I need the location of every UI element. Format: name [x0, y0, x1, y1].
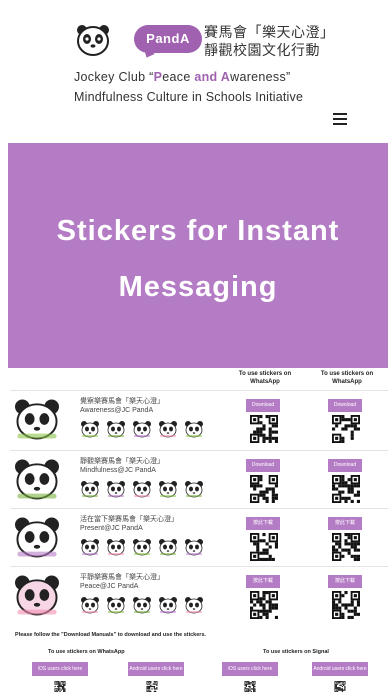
title-cn-line2: 靜觀校園文化行動: [204, 43, 320, 59]
title-en-suffix: ”: [286, 70, 291, 84]
sticker-preview-icon: [133, 539, 151, 556]
sticker-pack-name-cn: 覺察樂賽馬會「樂天心澄」: [80, 398, 164, 405]
title-en-awareness: wareness: [230, 70, 287, 84]
sticker-row: 靜觀樂賽馬會「樂天心澄」 Mindfulness@JC PandA Downlo…: [10, 450, 388, 508]
sticker-pack-name-cn: 平靜樂賽馬會「樂天心澄」: [80, 574, 164, 581]
sticker-pack-name-en: Present@JC PandA: [80, 525, 143, 532]
sticker-pack-name: 活在當下樂賽馬會「樂天心澄」 Present@JC PandA: [80, 515, 178, 533]
site-logo[interactable]: PandA 賽馬會「樂天心澄」 靜觀校園文化行動 Jockey Club “Pe…: [72, 22, 335, 112]
sticker-preview-icon: [107, 421, 125, 438]
footer-qr-code: [146, 681, 158, 692]
whatsapp-ios-button[interactable]: iOS users click here: [32, 662, 88, 676]
sticker-pack-name-en: Awareness@JC PandA: [80, 407, 154, 414]
hero-title: Stickers for Instant Messaging: [8, 203, 388, 315]
sticker-preview-icon: [81, 597, 99, 614]
sticker-preview-icon: [133, 421, 151, 438]
sticker-preview-icon: [107, 597, 125, 614]
whatsapp-qr-code: [250, 591, 278, 619]
hero-title-line1: Stickers for Instant: [56, 215, 340, 247]
title-en-peace: eace: [162, 70, 191, 84]
sticker-row: 平靜樂賽馬會「樂天心澄」 Peace@JC PandA 按此下載 按此下載: [10, 566, 388, 624]
other-download-button[interactable]: 按此下載: [328, 517, 362, 530]
hero-title-line2: Messaging: [118, 271, 278, 303]
signal-ios-button[interactable]: iOS users click here: [222, 662, 278, 676]
sticker-pack-cover-icon: [15, 575, 59, 616]
other-qr-code: [332, 415, 360, 443]
panda-logo-icon: [77, 25, 109, 56]
title-en-prefix: Jockey Club “: [74, 70, 154, 84]
sticker-pack-name-cn: 靜觀樂賽馬會「樂天心澄」: [80, 458, 164, 465]
whatsapp-download-button[interactable]: Download: [246, 399, 280, 412]
sticker-preview-icon: [107, 481, 125, 498]
sticker-row: 活在當下樂賽馬會「樂天心澄」 Present@JC PandA 按此下載 按此下…: [10, 508, 388, 566]
other-download-button[interactable]: Download: [328, 459, 362, 472]
sticker-preview-icon: [185, 539, 203, 556]
sticker-pack-name: 平靜樂賽馬會「樂天心澄」 Peace@JC PandA: [80, 573, 164, 591]
whatsapp-android-button[interactable]: Android users click here: [128, 662, 184, 676]
sticker-preview-icon: [159, 421, 177, 438]
site-header: PandA 賽馬會「樂天心澄」 靜觀校園文化行動 Jockey Club “Pe…: [0, 0, 388, 143]
sticker-pack-cover-icon: [15, 459, 59, 500]
whatsapp-qr-code: [250, 415, 278, 443]
other-qr-code: [332, 591, 360, 619]
sticker-preview-icon: [185, 421, 203, 438]
sticker-preview-icon: [159, 481, 177, 498]
other-download-button[interactable]: 按此下載: [328, 575, 362, 588]
title-cn-line1: 賽馬會「樂天心澄」: [204, 25, 335, 41]
whatsapp-download-button[interactable]: 按此下載: [246, 575, 280, 588]
sticker-preview-icon: [81, 421, 99, 438]
sticker-pack-cover-icon: [15, 399, 59, 440]
whatsapp-qr-code: [250, 533, 278, 561]
whatsapp-download-button[interactable]: 按此下載: [246, 517, 280, 530]
sticker-preview-icon: [185, 481, 203, 498]
sticker-table: To use stickers on WhatsApp To use stick…: [10, 368, 388, 626]
title-en-a: A: [220, 70, 231, 84]
col-head-whatsapp: To use stickers on WhatsApp: [238, 371, 292, 385]
whatsapp-download-button[interactable]: Download: [246, 459, 280, 472]
sticker-preview-icon: [159, 597, 177, 614]
other-qr-code: [332, 475, 360, 503]
sticker-preview-icon: [133, 597, 151, 614]
download-instructions: Please follow the "Download Manuals" to …: [15, 632, 207, 638]
footer-qr-code: [54, 681, 66, 692]
other-qr-code: [332, 533, 360, 561]
sticker-preview-icon: [159, 539, 177, 556]
title-en-subtitle: Mindfulness Culture in Schools Initiativ…: [74, 90, 304, 104]
sticker-pack-name-en: Peace@JC PandA: [80, 583, 139, 590]
sticker-preview-icon: [185, 597, 203, 614]
sticker-pack-name-cn: 活在當下樂賽馬會「樂天心澄」: [80, 516, 178, 523]
footer-qr-code: [244, 681, 256, 692]
hero-banner: Stickers for Instant Messaging: [8, 143, 388, 368]
sticker-pack-name: 靜觀樂賽馬會「樂天心澄」 Mindfulness@JC PandA: [80, 457, 164, 475]
title-en: Jockey Club “Peace and Awareness”: [74, 70, 291, 84]
col-head-other: To use stickers on WhatsApp: [320, 371, 374, 385]
sticker-preview-icon: [107, 539, 125, 556]
sticker-preview-icon: [81, 481, 99, 498]
panda-brand-badge: PandA: [134, 25, 202, 53]
sticker-row: 覺察樂賽馬會「樂天心澄」 Awareness@JC PandA Download…: [10, 390, 388, 448]
other-download-button[interactable]: Download: [328, 399, 362, 412]
title-en-and: and: [190, 70, 221, 84]
sticker-pack-name-en: Mindfulness@JC PandA: [80, 467, 156, 474]
hamburger-menu-icon[interactable]: [333, 113, 347, 125]
whatsapp-qr-code: [250, 475, 278, 503]
signal-android-button[interactable]: Android users click here: [312, 662, 368, 676]
footer-qr-code: [334, 681, 346, 692]
sticker-pack-cover-icon: [15, 517, 59, 558]
footer-head-signal: To use stickers on Signal: [263, 649, 329, 655]
sticker-preview-icon: [81, 539, 99, 556]
title-en-p: P: [153, 70, 163, 84]
sticker-pack-name: 覺察樂賽馬會「樂天心澄」 Awareness@JC PandA: [80, 397, 164, 415]
footer-head-whatsapp: To use stickers on WhatsApp: [48, 649, 125, 655]
sticker-preview-icon: [133, 481, 151, 498]
